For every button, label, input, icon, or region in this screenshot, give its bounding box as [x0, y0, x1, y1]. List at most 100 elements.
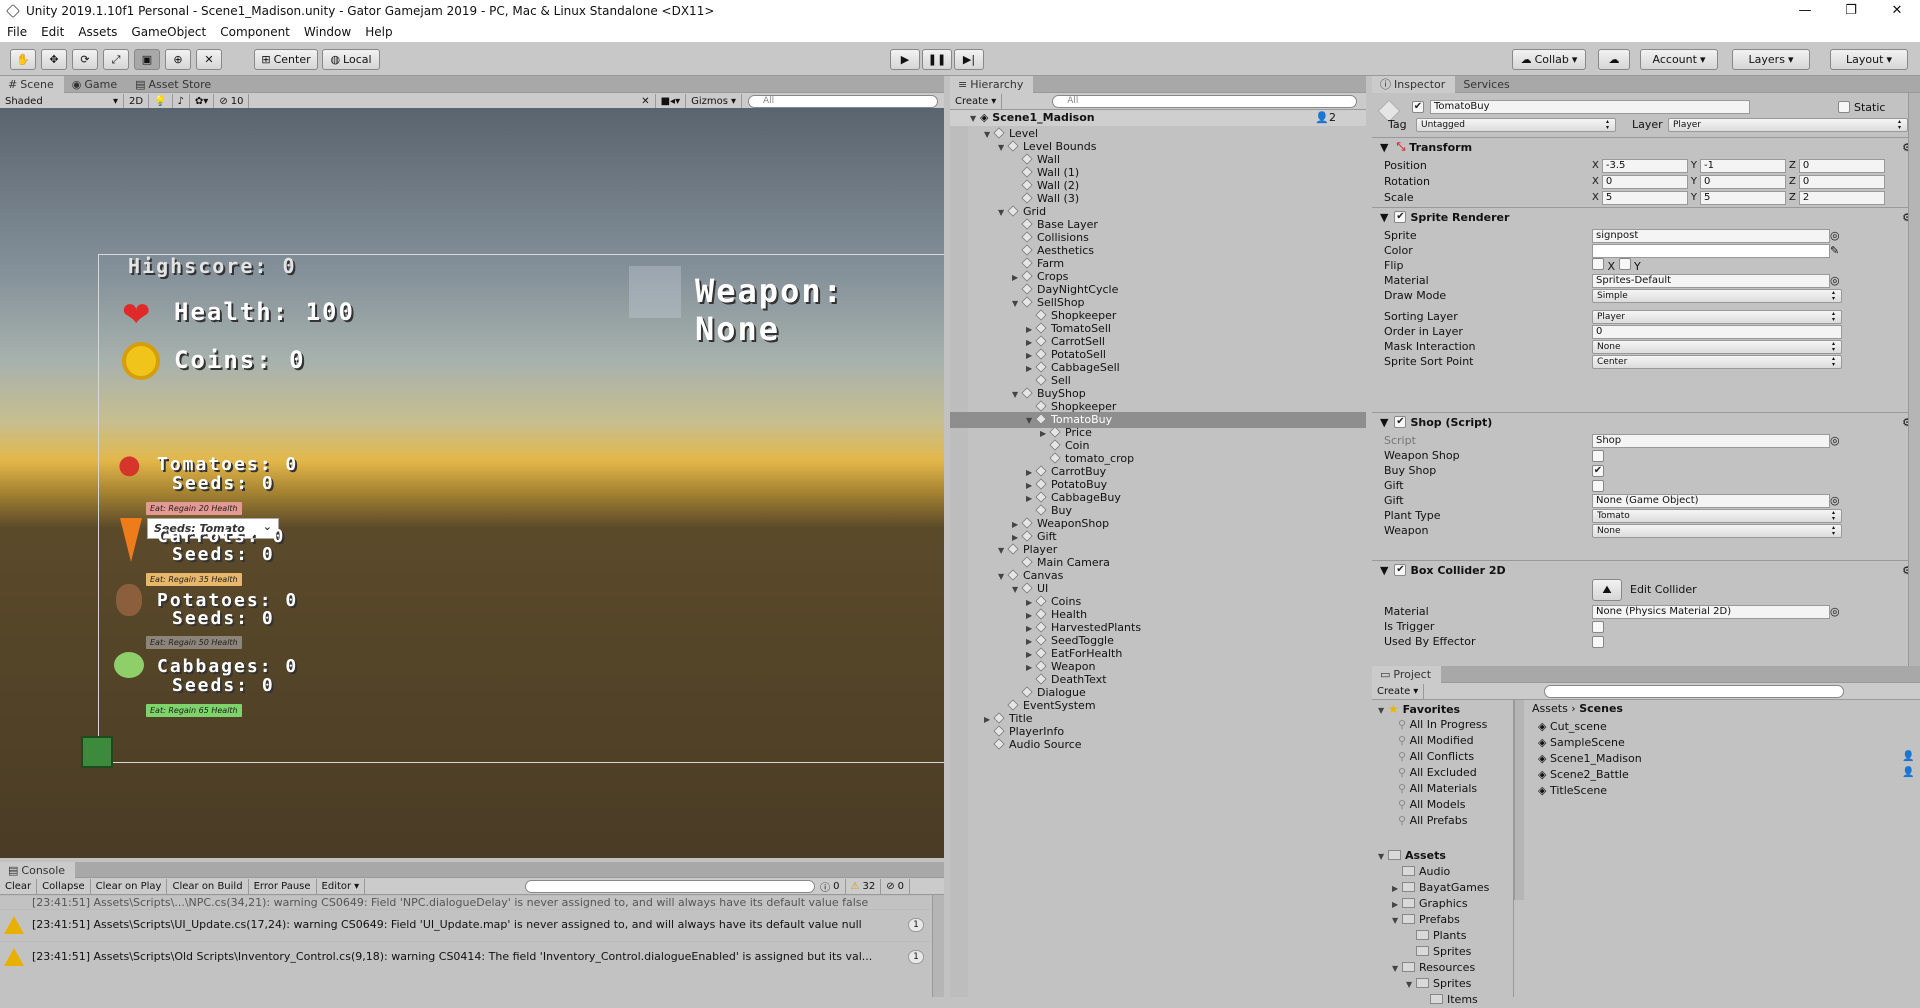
layout-dropdown[interactable]: Layout ▾: [1830, 49, 1908, 70]
favorite-item[interactable]: ⚲ All Excluded: [1398, 765, 1477, 781]
menu-gameobject[interactable]: GameObject: [124, 25, 213, 39]
layer-dropdown[interactable]: Player: [1668, 118, 1908, 132]
shop-enabled[interactable]: [1394, 416, 1407, 428]
flip-x-checkbox[interactable]: [1592, 258, 1604, 270]
account-dropdown[interactable]: Account ▾: [1640, 49, 1718, 70]
lighting-toggle[interactable]: 💡: [149, 93, 173, 109]
collider-field[interactable]: None (Physics Material 2D): [1592, 604, 1830, 619]
favorite-item[interactable]: ⚲ All Conflicts: [1398, 749, 1474, 765]
scene-header[interactable]: ▼ ◈ Scene1_Madison 👤2: [950, 110, 1366, 126]
object-picker-icon[interactable]: ◎: [1830, 229, 1840, 242]
player-sprite[interactable]: [81, 736, 113, 768]
object-picker-icon[interactable]: ◎: [1830, 494, 1840, 507]
shop-field[interactable]: None: [1592, 523, 1842, 538]
console-warn-filter[interactable]: ⚠ 32: [846, 878, 882, 894]
transform-rot-z-field[interactable]: 0: [1798, 174, 1885, 189]
console-editor-button[interactable]: Editor ▾: [317, 878, 366, 894]
layers-dropdown[interactable]: Layers ▾: [1732, 49, 1810, 70]
collider-checkbox[interactable]: [1592, 635, 1604, 648]
scene-file[interactable]: ◈ Cut_scene: [1538, 719, 1607, 735]
console-row[interactable]: [23:41:51] Assets\Scripts\UI_Update.cs(1…: [0, 909, 930, 939]
expand-arrow-icon[interactable]: ▼: [1392, 913, 1402, 929]
shop-checkbox[interactable]: [1592, 464, 1604, 477]
sprite-field[interactable]: signpost: [1592, 228, 1830, 243]
sprite-field[interactable]: [1592, 243, 1830, 258]
custom-tool-button[interactable]: ✕: [196, 49, 222, 70]
asset-folder[interactable]: Sprites: [1406, 944, 1471, 960]
breadcrumb-assets[interactable]: Assets: [1532, 702, 1568, 715]
close-button[interactable]: ✕: [1874, 0, 1920, 22]
transform-rot-x-field[interactable]: 0: [1601, 174, 1688, 189]
sprite-field[interactable]: None: [1592, 339, 1842, 354]
console-search-input[interactable]: [525, 879, 816, 893]
box-collider-enabled[interactable]: [1394, 564, 1407, 576]
object-picker-icon[interactable]: ◎: [1830, 605, 1840, 618]
sprite-field[interactable]: 0: [1592, 324, 1842, 339]
expand-arrow-icon[interactable]: ▼: [1392, 961, 1402, 977]
menu-window[interactable]: Window: [297, 25, 358, 39]
transform-rot-y-field[interactable]: 0: [1699, 174, 1786, 189]
pivot-center-button[interactable]: ⊞ Center: [254, 49, 318, 70]
folder-tree-scrollbar[interactable]: [1514, 700, 1524, 900]
step-button[interactable]: ▶|: [954, 49, 984, 70]
console-row[interactable]: [23:41:51] Assets\Scripts\...\NPC.cs(34,…: [0, 895, 930, 909]
expand-arrow-icon[interactable]: ▼: [1406, 977, 1416, 993]
transform-scale-z-field[interactable]: 2: [1798, 190, 1885, 205]
menu-help[interactable]: Help: [358, 25, 399, 39]
tab-services[interactable]: Services: [1455, 76, 1519, 93]
tab-console[interactable]: ▤ Console: [0, 862, 76, 879]
asset-folder[interactable]: Plants: [1406, 928, 1466, 944]
static-checkbox[interactable]: [1838, 101, 1850, 113]
collider-checkbox[interactable]: [1592, 620, 1604, 633]
project-search-input[interactable]: [1544, 684, 1845, 698]
shop-field[interactable]: Tomato: [1592, 508, 1842, 523]
active-checkbox[interactable]: [1412, 101, 1424, 113]
scale-tool-button[interactable]: ⤢: [103, 49, 129, 70]
shop-field[interactable]: Shop: [1592, 433, 1830, 448]
pause-button[interactable]: ❚❚: [922, 49, 952, 70]
tag-dropdown[interactable]: Untagged: [1416, 118, 1616, 132]
scene-file[interactable]: ◈ Scene1_Madison: [1538, 751, 1642, 767]
sprite-renderer-header[interactable]: ▼Sprite Renderer ⚙: [1372, 207, 1920, 226]
move-tool-button[interactable]: ✥: [41, 49, 67, 70]
box-collider-header[interactable]: ▼Box Collider 2D ⚙: [1372, 560, 1920, 579]
expand-arrow-icon[interactable]: ▶: [1392, 881, 1402, 897]
transform-header[interactable]: ▼⤡Transform ⚙: [1372, 137, 1920, 156]
tab-game[interactable]: ◉ Game: [64, 76, 127, 93]
hand-tool-button[interactable]: ✋: [10, 49, 36, 70]
tab-hierarchy[interactable]: ≡ Hierarchy: [950, 76, 1034, 93]
collab-button[interactable]: ☁ Collab ▾: [1512, 49, 1586, 70]
edit-collider-button[interactable]: ⛰: [1592, 579, 1622, 601]
scene-file[interactable]: ◈ SampleScene: [1538, 735, 1625, 751]
play-button[interactable]: ▶: [890, 49, 920, 70]
create-dropdown[interactable]: Create ▾: [950, 93, 1003, 109]
tab-scene[interactable]: # Scene: [0, 76, 64, 93]
minimize-button[interactable]: —: [1782, 0, 1828, 22]
sprite-renderer-enabled[interactable]: [1394, 211, 1407, 223]
sprite-field[interactable]: Simple: [1592, 288, 1842, 303]
transform-pos-y-field[interactable]: -1: [1699, 158, 1786, 173]
expand-arrow-icon[interactable]: ▶: [1392, 897, 1402, 913]
console-clear-button[interactable]: Clear: [0, 878, 38, 894]
console-collapse-button[interactable]: Collapse: [37, 878, 91, 894]
shop-field[interactable]: None (Game Object): [1592, 493, 1830, 508]
favorite-item[interactable]: ⚲ All In Progress: [1398, 717, 1487, 733]
console-err-filter[interactable]: ⊘ 0: [881, 878, 911, 894]
asset-folder[interactable]: ▶ BayatGames: [1392, 880, 1489, 896]
scene-viewport[interactable]: Highscore: 0 ❤ Health: 100 Coins: 0 Weap…: [0, 108, 944, 858]
breadcrumb-scenes[interactable]: Scenes: [1579, 702, 1623, 715]
shop-script-header[interactable]: ▼Shop (Script) ⚙: [1372, 412, 1920, 431]
flip-y-checkbox[interactable]: [1618, 258, 1631, 270]
menu-file[interactable]: File: [0, 25, 34, 39]
maximize-button[interactable]: ❐: [1828, 0, 1874, 22]
tab-project[interactable]: ▭ Project: [1372, 666, 1442, 683]
eat-cabbage-button[interactable]: Eat: Regain 65 Health: [146, 704, 242, 717]
favorite-item[interactable]: ⚲ All Modified: [1398, 733, 1474, 749]
console-clear-on-build-button[interactable]: Clear on Build: [167, 878, 249, 894]
transform-pos-x-field[interactable]: -3.5: [1601, 158, 1688, 173]
camera-dropdown[interactable]: ■◂▾: [656, 93, 687, 109]
tab-asset-store[interactable]: ▤ Asset Store: [127, 76, 221, 93]
shop-checkbox[interactable]: [1592, 449, 1604, 462]
eat-tomato-button[interactable]: Eat: Regain 20 Health: [146, 502, 242, 515]
asset-folder[interactable]: ▼ Prefabs: [1392, 912, 1460, 928]
